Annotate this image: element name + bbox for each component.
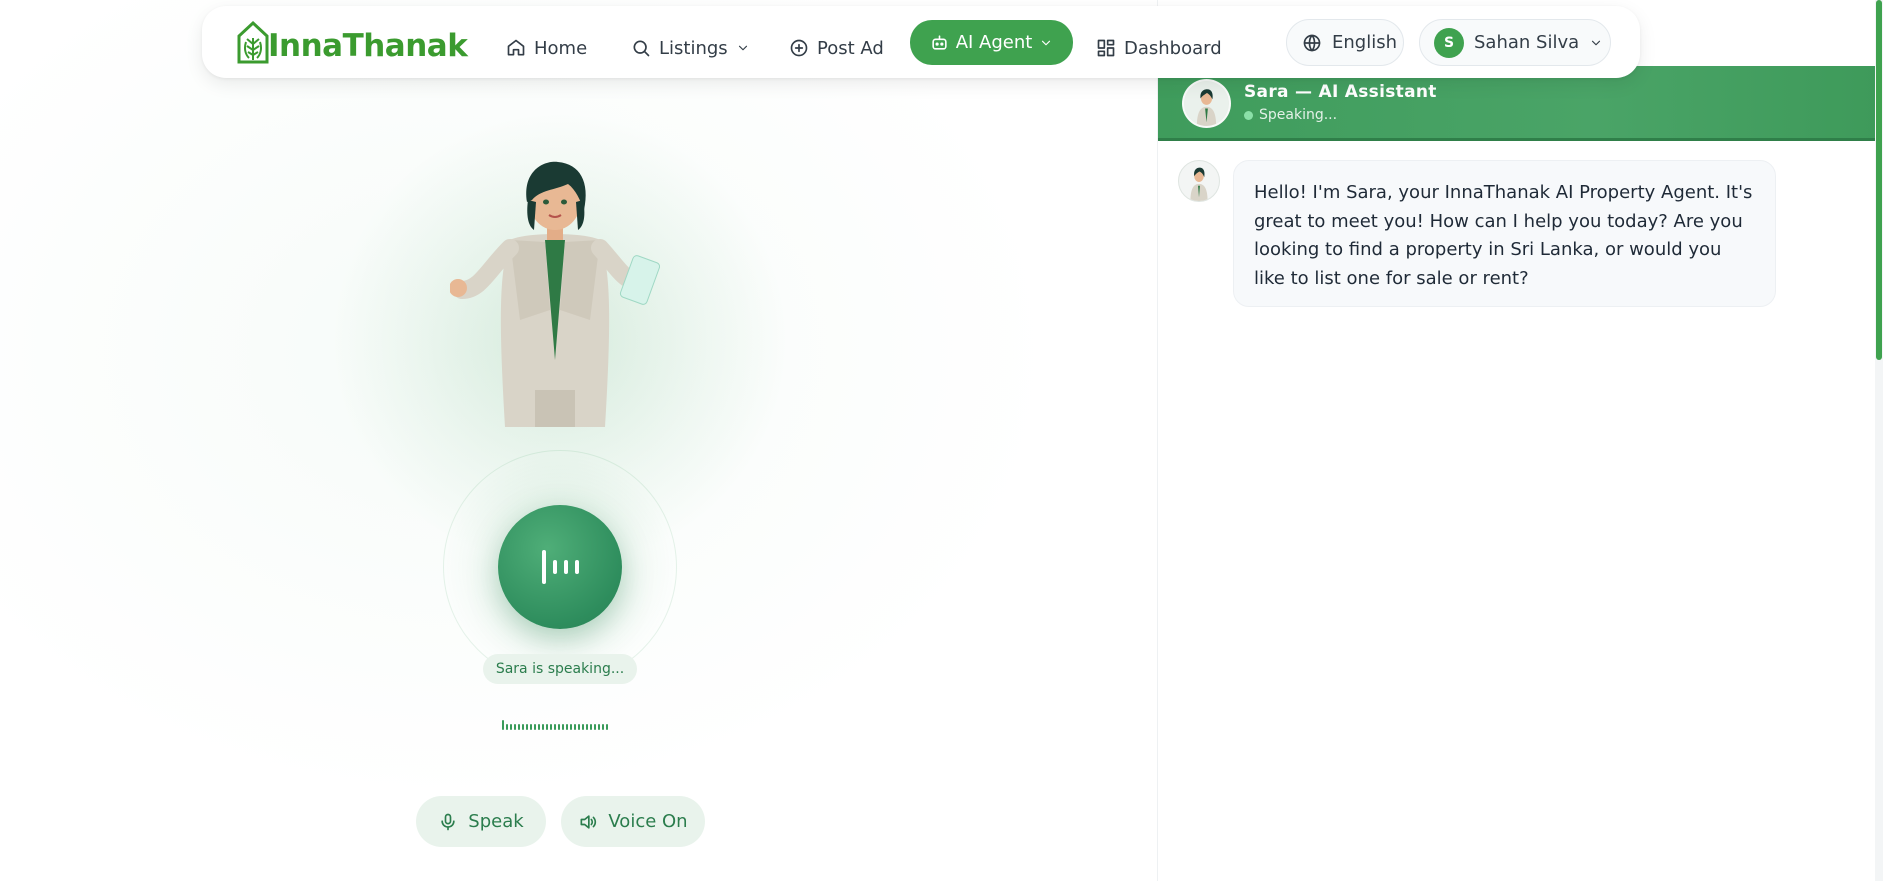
- chat-scroll-thumb[interactable]: [1876, 0, 1882, 360]
- language-selector[interactable]: English: [1286, 19, 1404, 66]
- user-menu[interactable]: S Sahan Silva: [1419, 19, 1611, 66]
- audio-level-bar: [563, 560, 568, 574]
- microphone-icon: [441, 813, 455, 830]
- nav-ai-agent-label: AI Agent: [955, 32, 1033, 53]
- nav-home[interactable]: Home: [506, 26, 587, 70]
- brand-logo[interactable]: InnaThanak: [236, 20, 468, 64]
- nav-listings-label: Listings: [659, 37, 728, 59]
- message-avatar: [1178, 160, 1220, 202]
- audio-waveform: [502, 720, 608, 730]
- audio-level-bar: [541, 550, 546, 584]
- chat-status: Speaking...: [1244, 107, 1337, 123]
- robot-icon: [932, 35, 947, 50]
- chevron-down-icon: [738, 45, 747, 51]
- home-icon: [507, 39, 525, 56]
- chat-status-label: Speaking...: [1259, 107, 1338, 123]
- live-status-dot: [1244, 110, 1253, 120]
- top-navbar: InnaThanak Home Listings Post Ad AI Agen…: [202, 6, 1640, 78]
- assistant-avatar: [1182, 79, 1231, 128]
- chat-title: Sara — AI Assistant: [1244, 82, 1437, 102]
- audio-level-bar: [574, 560, 579, 574]
- brand-name: InnaThanak: [268, 28, 468, 64]
- user-avatar: S: [1434, 27, 1464, 58]
- plus-circle-icon: [790, 39, 808, 57]
- speak-label: Speak: [468, 811, 524, 832]
- user-name: Sahan Silva: [1474, 32, 1580, 53]
- nav-ai-agent[interactable]: AI Agent: [910, 20, 1073, 65]
- speaking-status: Sara is speaking...: [483, 654, 637, 684]
- nav-post-ad-label: Post Ad: [817, 37, 884, 59]
- speaker-icon: [580, 814, 597, 829]
- chat-scrollbar[interactable]: [1875, 0, 1883, 881]
- chevron-down-icon: [1042, 40, 1051, 45]
- nav-dashboard-label: Dashboard: [1124, 37, 1222, 59]
- nav-post-ad[interactable]: Post Ad: [789, 26, 884, 70]
- voice-activity-button[interactable]: [498, 505, 622, 629]
- sara-avatar-illustration: [450, 161, 660, 427]
- nav-dashboard[interactable]: Dashboard: [1096, 26, 1222, 70]
- chat-panel: Sara — AI Assistant Speaking... Hello! I…: [1157, 0, 1883, 881]
- voice-toggle-button[interactable]: Voice On: [561, 796, 705, 847]
- grid-icon: [1097, 39, 1115, 57]
- house-logo-icon: [237, 20, 269, 64]
- voice-label: Voice On: [608, 811, 688, 832]
- chevron-down-icon: [1592, 40, 1601, 45]
- nav-home-label: Home: [534, 37, 588, 59]
- assistant-message: Hello! I'm Sara, your InnaThanak AI Prop…: [1233, 160, 1776, 307]
- nav-listings[interactable]: Listings: [631, 26, 750, 70]
- search-icon: [633, 40, 650, 57]
- globe-icon: [1303, 34, 1321, 51]
- language-label: English: [1332, 32, 1397, 53]
- audio-level-bar: [552, 560, 557, 574]
- speak-button[interactable]: Speak: [416, 796, 546, 847]
